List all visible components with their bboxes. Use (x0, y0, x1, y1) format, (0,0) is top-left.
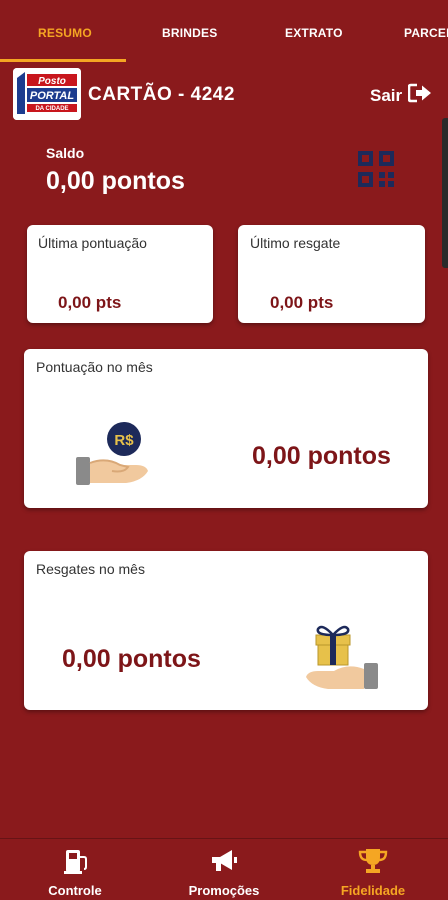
tab-parceiros[interactable]: PARCEI (404, 26, 448, 40)
nav-item-promocoes[interactable]: Promoções (164, 839, 284, 900)
nav-label-fidelidade: Fidelidade (340, 883, 406, 898)
month-points-label: Pontuação no mês (36, 359, 153, 375)
tab-resumo[interactable]: RESUMO (38, 26, 92, 40)
month-points-card: Pontuação no mês R$ 0,00 pontos (24, 349, 428, 508)
logout-button[interactable]: Sair (370, 83, 432, 108)
logout-icon (407, 83, 432, 108)
month-redeem-card: Resgates no mês 0,00 pontos (24, 551, 428, 710)
logo-text-main: PORTAL (30, 90, 74, 102)
last-redeem-card: Último resgate 0,00 pts (238, 225, 425, 323)
card-number-title: CARTÃO - 4242 (88, 84, 235, 105)
balance-label: Saldo (46, 145, 85, 161)
logo-text-top: Posto (38, 76, 66, 87)
coin-text: R$ (114, 432, 134, 449)
scroll-handle[interactable] (442, 118, 448, 268)
last-points-card: Última pontuação 0,00 pts (27, 225, 213, 323)
trophy-icon (357, 847, 389, 875)
megaphone-icon (208, 847, 240, 875)
month-redeem-value: 0,00 pontos (62, 645, 201, 673)
nav-label-promocoes: Promoções (188, 883, 260, 898)
last-redeem-label: Último resgate (250, 235, 341, 251)
balance-value: 0,00 pontos (46, 167, 185, 195)
nav-item-fidelidade[interactable]: Fidelidade (313, 839, 433, 900)
month-redeem-label: Resgates no mês (36, 561, 145, 577)
top-tab-bar: RESUMO BRINDES EXTRATO PARCEI (0, 0, 448, 62)
nav-item-controle[interactable]: Controle (15, 839, 135, 900)
gas-pump-icon (59, 847, 91, 875)
bottom-navigation: Controle Promoções Fidelidade (0, 838, 448, 900)
month-points-value: 0,00 pontos (252, 442, 391, 470)
qr-code-icon[interactable] (358, 151, 394, 187)
active-tab-indicator (0, 59, 126, 62)
last-points-label: Última pontuação (38, 235, 147, 251)
hand-coin-icon: R$ (72, 419, 154, 491)
last-redeem-value: 0,00 pts (270, 293, 334, 312)
logout-label: Sair (370, 85, 403, 105)
nav-label-controle: Controle (48, 883, 102, 898)
tab-extrato[interactable]: EXTRATO (285, 26, 343, 40)
last-points-value: 0,00 pts (58, 293, 122, 312)
tab-brindes[interactable]: BRINDES (162, 26, 217, 40)
hand-gift-icon (302, 621, 382, 695)
logo-text-sub: DA CIDADE (35, 106, 68, 112)
posto-portal-logo: Posto PORTAL DA CIDADE (13, 68, 81, 120)
